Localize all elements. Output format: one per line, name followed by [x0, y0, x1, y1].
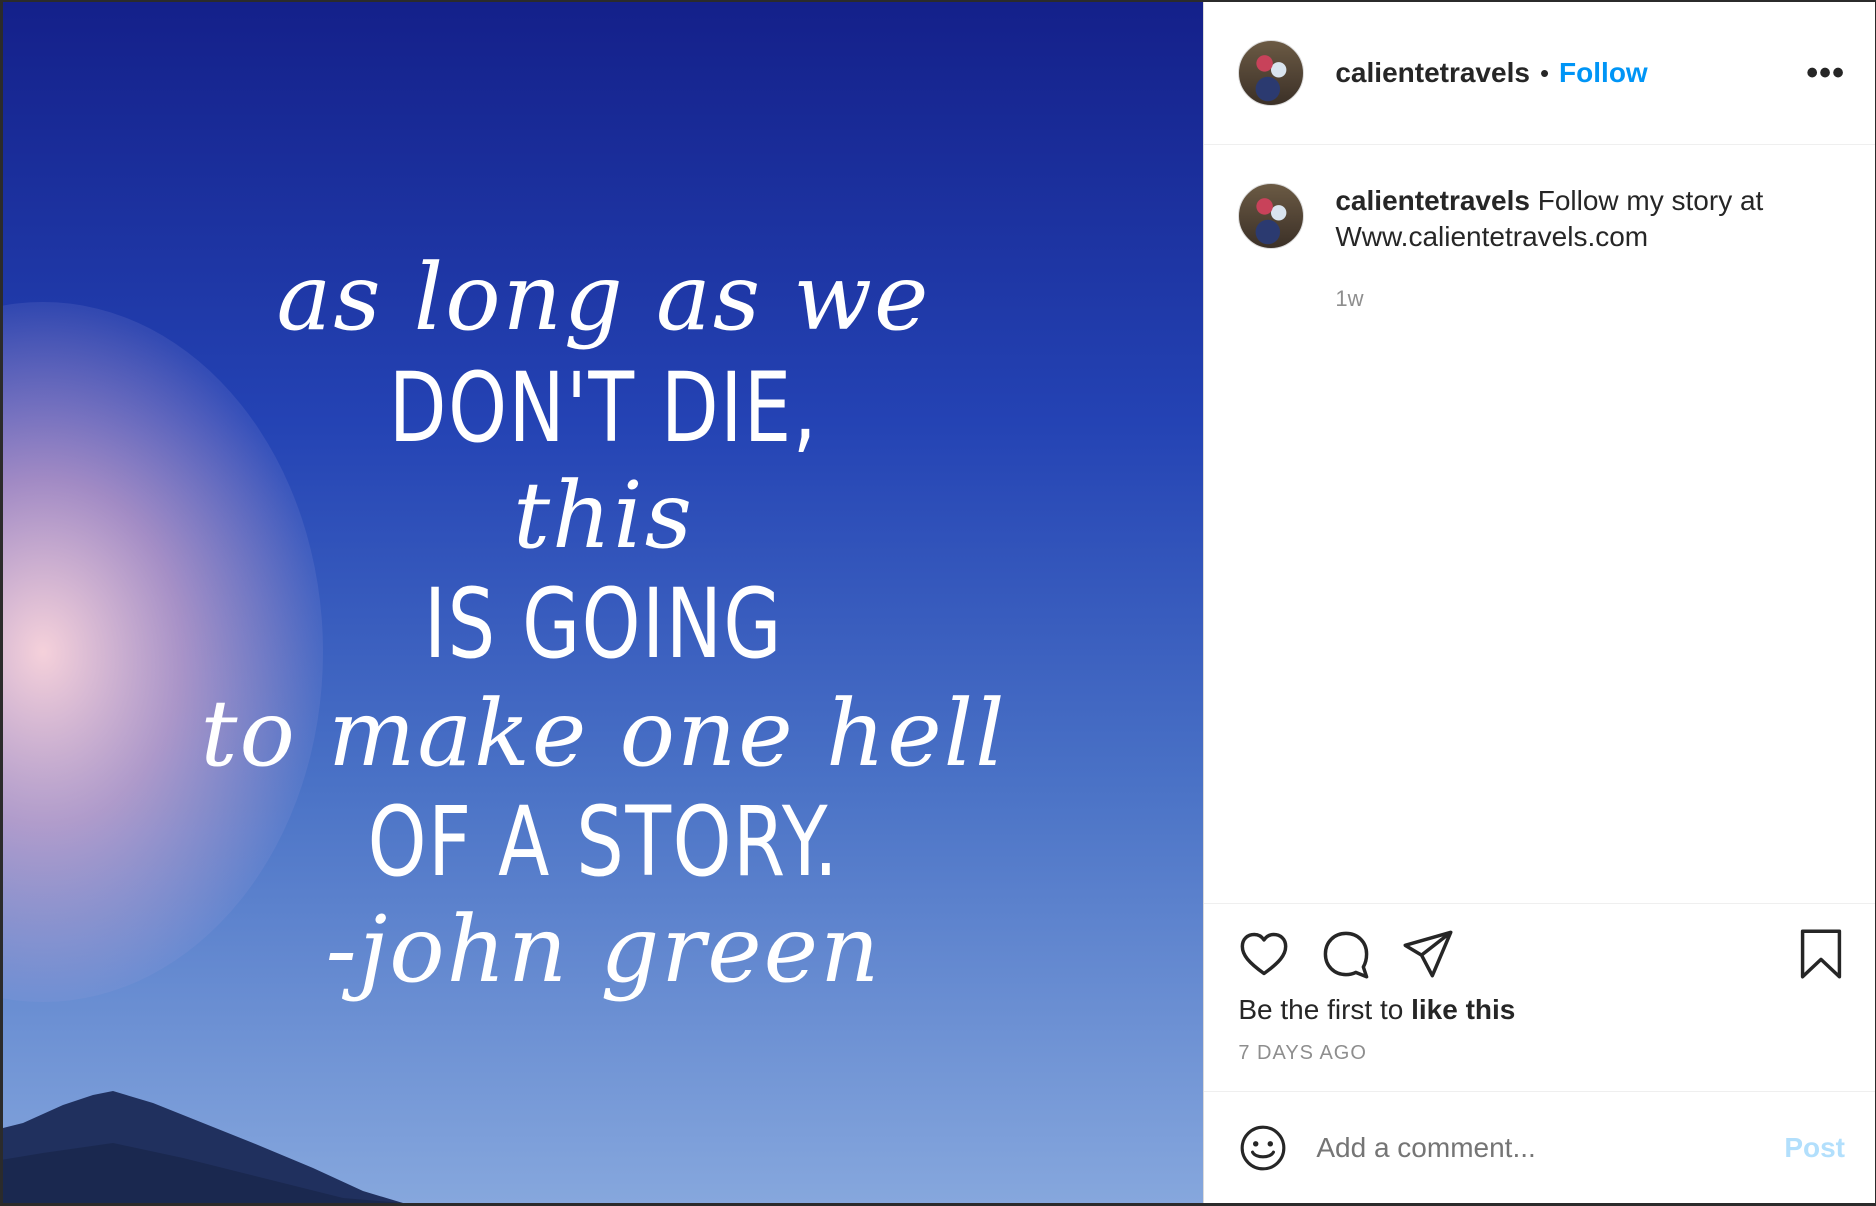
like-this-link[interactable]: like this	[1411, 994, 1515, 1025]
quote-line: IS GOING	[424, 568, 783, 680]
follow-button[interactable]: Follow	[1559, 57, 1648, 89]
emoji-icon[interactable]	[1238, 1123, 1288, 1173]
comment-icon[interactable]	[1320, 928, 1372, 980]
quote-line: to make one hell	[200, 680, 1007, 787]
quote-line: DON'T DIE,	[388, 352, 819, 464]
post-date[interactable]: 7 DAYS AGO	[1238, 1042, 1845, 1065]
heart-icon[interactable]	[1238, 928, 1290, 980]
mountain-silhouette	[3, 1091, 403, 1203]
comment-input[interactable]	[1314, 1130, 1785, 1165]
comment-bar: Post	[1204, 1091, 1875, 1203]
quote-line: OF A STORY.	[367, 786, 840, 898]
caption-avatar[interactable]	[1238, 183, 1305, 249]
bookmark-icon[interactable]	[1797, 928, 1845, 980]
post-image[interactable]: as long as we DON'T DIE, this IS GOING t…	[3, 2, 1204, 1203]
caption-body: calientetravels Follow my story at Www.c…	[1335, 183, 1841, 903]
action-icons	[1238, 926, 1845, 982]
more-options-icon[interactable]: •••	[1806, 54, 1845, 93]
quote-line: this	[513, 462, 694, 569]
avatar[interactable]	[1238, 40, 1305, 106]
post-header: calientetravels • Follow •••	[1204, 2, 1875, 145]
header-username[interactable]: calientetravels	[1335, 57, 1530, 89]
caption-age[interactable]: 1w	[1335, 281, 1841, 317]
caption-username[interactable]: calientetravels	[1335, 185, 1530, 216]
caption-section: calientetravels Follow my story at Www.c…	[1204, 145, 1875, 903]
likes-prefix: Be the first to	[1238, 994, 1404, 1025]
post-side-panel: calientetravels • Follow ••• calientetra…	[1203, 2, 1875, 1203]
quote-text: as long as we DON'T DIE, this IS GOING t…	[3, 252, 1203, 996]
quote-line: -john green	[325, 896, 882, 1003]
post-comment-button[interactable]: Post	[1784, 1132, 1845, 1164]
separator-dot: •	[1539, 57, 1550, 88]
action-bar: Be the first to like this 7 DAYS AGO	[1204, 903, 1875, 1091]
likes-text: Be the first to like this	[1238, 994, 1845, 1026]
post-modal: as long as we DON'T DIE, this IS GOING t…	[3, 2, 1875, 1203]
quote-line: as long as we	[276, 244, 931, 351]
share-icon[interactable]	[1402, 928, 1454, 980]
